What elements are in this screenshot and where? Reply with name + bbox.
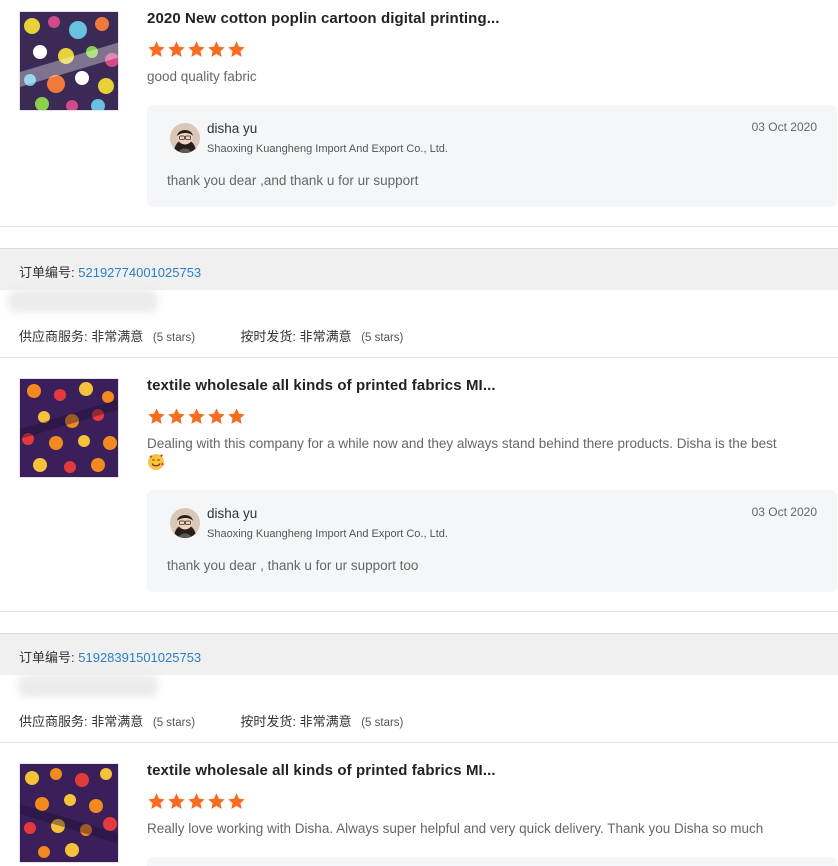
product-thumbnail[interactable] <box>19 11 119 111</box>
review-comment: Dealing with this company for a while no… <box>147 434 827 473</box>
supplier-service-label: 供应商服务: <box>19 329 88 344</box>
supplier-reply: disha yu Shaoxing Kuangheng Import And E… <box>147 105 837 207</box>
star-icon <box>168 408 185 424</box>
reply-date: 03 Oct 2020 <box>751 120 817 134</box>
star-icon <box>228 41 245 57</box>
order-number-link[interactable]: 52192774001025753 <box>78 265 201 280</box>
supplier-service-stars: (5 stars) <box>152 717 196 729</box>
star-icon <box>188 793 205 809</box>
shipping-label: 按时发货: <box>240 329 296 344</box>
star-icon <box>188 408 205 424</box>
product-thumbnail[interactable] <box>19 378 119 478</box>
supplier-service-value: 非常满意 <box>91 329 144 344</box>
order-header: 订单编号: 51928391501025753 <box>0 633 838 675</box>
star-icon <box>148 41 165 57</box>
shipping-stars: (5 stars) <box>361 332 404 344</box>
review-comment-text: Dealing with this company for a while no… <box>147 436 777 451</box>
reply-author-name: disha yu <box>207 121 258 136</box>
order-number-row: 订单编号: 51928391501025753 <box>19 647 201 666</box>
reply-company: Shaoxing Kuangheng Import And Export Co.… <box>207 143 448 155</box>
rating-stars <box>147 407 246 426</box>
reply-author-name: disha yu <box>207 506 258 521</box>
reply-date: 03 Oct 2020 <box>751 505 817 519</box>
order-header: 订单编号: 52192774001025753 <box>0 248 838 290</box>
rating-stars <box>147 40 246 59</box>
review-comment: good quality fabric <box>147 69 257 84</box>
supplier-reply: disha yu Shaoxing Kuangheng Import And E… <box>147 490 837 592</box>
supplier-service-label: 供应商服务: <box>19 714 88 729</box>
shipping-value: 非常满意 <box>299 329 352 344</box>
supplier-ratings: 供应商服务: 非常满意 (5 stars) 按时发货: 非常满意 (5 star… <box>19 711 403 730</box>
divider <box>0 742 838 743</box>
order-number-label: 订单编号: <box>19 650 75 665</box>
star-icon <box>148 793 165 809</box>
shipping-label: 按时发货: <box>240 714 296 729</box>
blurred-buyer-name <box>18 675 158 697</box>
product-title[interactable]: textile wholesale all kinds of printed f… <box>147 762 496 779</box>
avatar <box>170 508 200 538</box>
order-number-label: 订单编号: <box>19 265 75 280</box>
reply-text: thank you dear , thank u for ur support … <box>167 558 419 573</box>
divider <box>0 357 838 358</box>
divider <box>0 226 838 227</box>
smiling-face-with-hearts-icon <box>148 454 164 470</box>
supplier-ratings: 供应商服务: 非常满意 (5 stars) 按时发货: 非常满意 (5 star… <box>19 326 403 345</box>
product-title[interactable]: textile wholesale all kinds of printed f… <box>147 377 496 394</box>
rating-stars <box>147 792 246 811</box>
divider <box>0 611 838 612</box>
star-icon <box>208 41 225 57</box>
supplier-reply <box>147 857 837 866</box>
supplier-service-stars: (5 stars) <box>152 332 196 344</box>
star-icon <box>228 793 245 809</box>
star-icon <box>168 793 185 809</box>
avatar <box>170 123 200 153</box>
reply-company: Shaoxing Kuangheng Import And Export Co.… <box>207 528 448 540</box>
reply-text: thank you dear ,and thank u for ur suppo… <box>167 173 419 188</box>
star-icon <box>208 408 225 424</box>
star-icon <box>188 41 205 57</box>
supplier-service-value: 非常满意 <box>91 714 144 729</box>
product-thumbnail[interactable] <box>19 763 119 863</box>
product-title[interactable]: 2020 New cotton poplin cartoon digital p… <box>147 10 500 27</box>
star-icon <box>168 41 185 57</box>
star-icon <box>228 408 245 424</box>
shipping-stars: (5 stars) <box>361 717 404 729</box>
star-icon <box>148 408 165 424</box>
order-number-link[interactable]: 51928391501025753 <box>78 650 201 665</box>
blurred-buyer-name <box>8 290 158 312</box>
review-comment: Really love working with Disha. Always s… <box>147 821 764 836</box>
shipping-value: 非常满意 <box>299 714 352 729</box>
star-icon <box>208 793 225 809</box>
order-number-row: 订单编号: 52192774001025753 <box>19 262 201 281</box>
